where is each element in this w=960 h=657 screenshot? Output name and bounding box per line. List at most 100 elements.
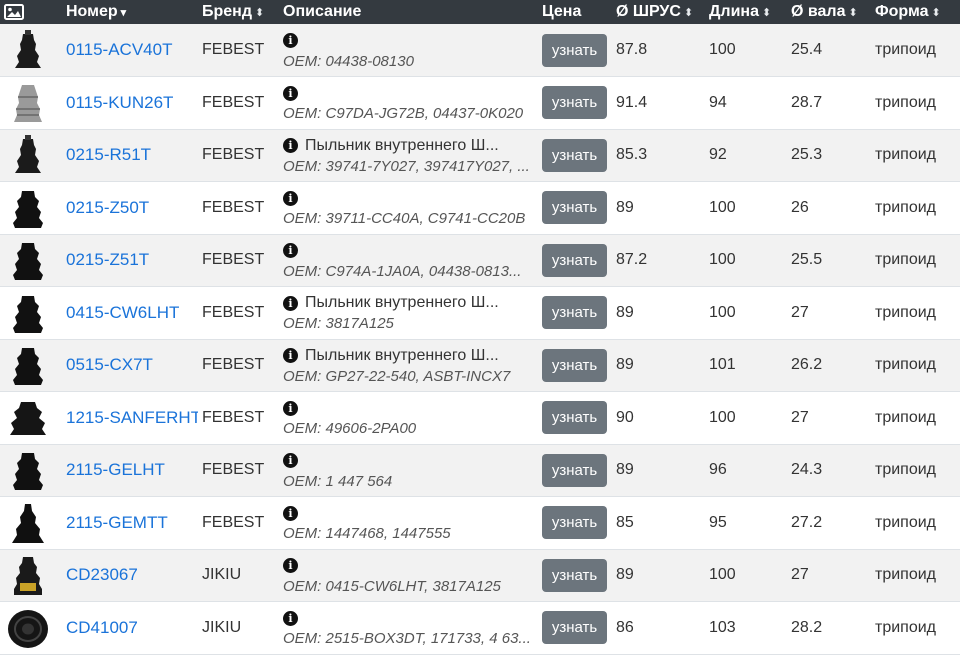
shape-cell: трипоид	[875, 93, 936, 111]
info-icon[interactable]: i	[283, 348, 298, 364]
column-brand[interactable]: Бренд ⬍	[198, 0, 279, 24]
part-number-link[interactable]: 2115-GEMTT	[66, 513, 168, 532]
get-price-button[interactable]: узнать	[542, 453, 607, 487]
sort-icon: ⬍	[848, 7, 858, 19]
column-image	[0, 0, 62, 24]
get-price-button[interactable]: узнать	[542, 33, 607, 67]
get-price-button[interactable]: узнать	[542, 138, 607, 172]
product-thumbnail[interactable]	[6, 501, 50, 545]
length-cell: 100	[709, 566, 736, 584]
joint-diameter-cell: 90	[616, 408, 634, 426]
get-price-button[interactable]: узнать	[542, 86, 607, 120]
product-thumbnail[interactable]	[6, 606, 50, 650]
product-thumbnail[interactable]	[6, 396, 50, 440]
price-cell: узнать	[538, 234, 612, 287]
shaft-diameter-cell: 27	[791, 566, 809, 584]
brand-cell: FEBEST	[202, 461, 265, 479]
column-shape[interactable]: Форма ⬍	[871, 0, 960, 24]
info-icon[interactable]: i	[283, 400, 298, 416]
part-number-link[interactable]: 0415-CW6LHT	[66, 303, 179, 322]
product-thumbnail[interactable]	[6, 186, 50, 230]
number-cell: 0415-CW6LHT	[62, 287, 198, 340]
shape-cell: трипоид	[875, 251, 936, 269]
shape-cell: трипоид	[875, 198, 936, 216]
info-icon[interactable]: i	[283, 243, 298, 259]
thumbnail-cell	[0, 77, 62, 130]
product-thumbnail[interactable]	[6, 448, 50, 492]
table-row: CD23067 JIKIU i OEM: 0415-CW6LHT, 3817A125 у…	[0, 549, 960, 602]
product-thumbnail[interactable]	[6, 291, 50, 335]
get-price-button[interactable]: узнать	[542, 296, 607, 330]
info-icon[interactable]: i	[283, 85, 298, 101]
column-length[interactable]: Длина ⬍	[705, 0, 787, 24]
part-number-link[interactable]: 0215-Z50T	[66, 198, 149, 217]
thumbnail-cell	[0, 602, 62, 655]
product-thumbnail[interactable]	[6, 133, 50, 177]
column-shaft-diameter[interactable]: Ø вала ⬍	[787, 0, 871, 24]
shape-cell: трипоид	[875, 461, 936, 479]
description-cell: i OEM: 39711-CC40A, C9741-CC20B	[279, 182, 538, 235]
price-cell: узнать	[538, 24, 612, 77]
part-number-link[interactable]: CD23067	[66, 565, 138, 584]
info-icon[interactable]: i	[283, 190, 298, 206]
info-icon[interactable]: i	[283, 138, 298, 154]
part-number-link[interactable]: CD41007	[66, 618, 138, 637]
info-icon[interactable]: i	[283, 558, 298, 574]
part-number-link[interactable]: 0115-ACV40T	[66, 40, 172, 59]
part-number-link[interactable]: 0115-KUN26T	[66, 93, 173, 112]
description-cell: i Пыльник внутреннего Ш... OEM: 3817A125	[279, 287, 538, 340]
get-price-button[interactable]: узнать	[542, 401, 607, 435]
description-text: Пыльник внутреннего Ш...	[305, 136, 499, 154]
price-cell: узнать	[538, 444, 612, 497]
info-icon[interactable]: i	[283, 295, 298, 311]
info-icon[interactable]: i	[283, 33, 298, 49]
price-cell: узнать	[538, 287, 612, 340]
shaft-diameter-cell: 27	[791, 303, 809, 321]
part-number-link[interactable]: 0215-Z51T	[66, 250, 149, 269]
brand-cell: FEBEST	[202, 41, 265, 58]
oem-numbers: OEM: C97DA-JG72B, 04437-0K020	[283, 105, 524, 123]
part-number-link[interactable]: 0215-R51T	[66, 145, 151, 164]
get-price-button[interactable]: узнать	[542, 611, 607, 645]
length-cell: 100	[709, 251, 736, 269]
get-price-button[interactable]: узнать	[542, 506, 607, 540]
length-cell: 101	[709, 356, 736, 374]
price-cell: узнать	[538, 182, 612, 235]
thumbnail-cell	[0, 392, 62, 445]
length-cell: 96	[709, 461, 727, 479]
joint-diameter-cell: 89	[616, 356, 634, 374]
joint-diameter-cell: 89	[616, 566, 634, 584]
shaft-diameter-cell: 28.2	[791, 618, 823, 636]
joint-diameter-cell: 85.3	[616, 146, 648, 164]
product-thumbnail[interactable]	[6, 343, 50, 387]
column-price: Цена	[542, 3, 582, 20]
column-number[interactable]: Номер ▾	[62, 0, 198, 24]
part-number-link[interactable]: 1215-SANFERHT	[66, 408, 198, 427]
shaft-diameter-cell: 24.3	[791, 461, 823, 479]
shaft-diameter-cell: 28.7	[791, 93, 823, 111]
brand-cell: FEBEST	[202, 303, 265, 321]
description-cell: i OEM: 1 447 564	[279, 444, 538, 497]
column-joint-diameter[interactable]: Ø ШРУС ⬍	[612, 0, 705, 24]
product-thumbnail[interactable]	[6, 553, 50, 597]
info-icon[interactable]: i	[283, 453, 298, 469]
part-number-link[interactable]: 0515-CX7T	[66, 355, 153, 374]
length-cell: 100	[709, 408, 736, 426]
product-thumbnail[interactable]	[6, 81, 50, 125]
get-price-button[interactable]: узнать	[542, 243, 607, 277]
table-body: 0115-ACV40T FEBEST i OEM: 04438-08130 узнать…	[0, 24, 960, 654]
description-cell: i OEM: 0415-CW6LHT, 3817A125	[279, 549, 538, 602]
price-cell: узнать	[538, 392, 612, 445]
get-price-button[interactable]: узнать	[542, 191, 607, 225]
get-price-button[interactable]: узнать	[542, 348, 607, 382]
product-thumbnail[interactable]	[6, 28, 50, 72]
part-number-link[interactable]: 2115-GELHT	[66, 460, 165, 479]
length-cell: 95	[709, 513, 727, 531]
product-thumbnail[interactable]	[6, 238, 50, 282]
info-icon[interactable]: i	[283, 610, 298, 626]
joint-diameter-cell: 85	[616, 513, 634, 531]
shape-cell: трипоид	[875, 566, 936, 584]
info-icon[interactable]: i	[283, 505, 298, 521]
get-price-button[interactable]: узнать	[542, 558, 607, 592]
price-cell: узнать	[538, 339, 612, 392]
